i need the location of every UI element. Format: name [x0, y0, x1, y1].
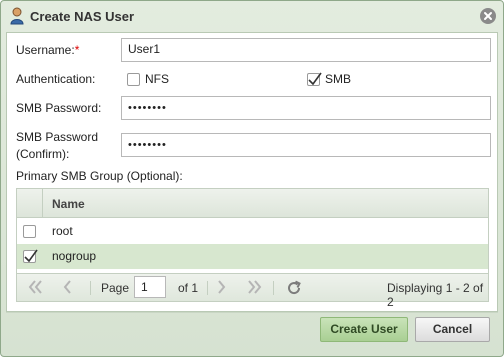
page-count-label: of 1 — [178, 281, 199, 295]
required-mark: * — [74, 43, 80, 57]
smb-password-confirm-field[interactable]: •••••••• — [121, 133, 491, 157]
footer-divider — [6, 312, 498, 313]
table-row[interactable]: nogroup — [17, 244, 488, 269]
refresh-icon[interactable] — [285, 279, 303, 300]
group-grid: Name root nogroup Page 1 of 1 Displaying… — [16, 188, 489, 309]
pager-separator — [207, 281, 208, 295]
pager-separator — [90, 281, 91, 295]
displaying-summary: Displaying 1 - 2 of 2 — [387, 281, 484, 309]
smb-password-label: SMB Password: — [16, 101, 102, 115]
page-label: Page — [101, 281, 130, 295]
smb-password-field[interactable]: •••••••• — [121, 96, 491, 120]
dialog-titlebar[interactable]: Create NAS User — [1, 1, 503, 31]
group-name: nogroup — [52, 249, 97, 263]
checkmark-icon — [308, 72, 322, 86]
cancel-button[interactable]: Cancel — [415, 317, 490, 342]
dialog-title: Create NAS User — [30, 9, 135, 24]
row-checkbox[interactable] — [23, 249, 38, 263]
header-divider — [42, 189, 43, 218]
last-page-icon[interactable] — [245, 279, 263, 298]
next-page-icon[interactable] — [216, 279, 228, 298]
smb-password-confirm-label-line1: SMB Password — [16, 130, 99, 144]
smb-checkbox[interactable] — [307, 72, 322, 86]
username-label: Username:* — [16, 43, 80, 57]
name-column-header[interactable]: Name — [52, 197, 85, 211]
pagination-toolbar: Page 1 of 1 Displaying 1 - 2 of 2 — [17, 273, 488, 309]
prev-page-icon[interactable] — [61, 279, 73, 298]
create-nas-user-dialog: Create NAS User Username:* User1 Authent… — [0, 0, 504, 357]
nfs-label: NFS — [145, 72, 169, 86]
table-row[interactable]: root — [17, 219, 488, 244]
group-name: root — [52, 224, 73, 238]
first-page-icon[interactable] — [27, 279, 45, 298]
grid-header: Name — [17, 189, 488, 218]
create-user-button[interactable]: Create User — [320, 317, 408, 342]
dialog-body: Username:* User1 Authentication: NFS SMB… — [6, 32, 498, 312]
page-number-input[interactable]: 1 — [134, 276, 166, 298]
close-icon[interactable] — [480, 8, 496, 24]
pager-separator — [273, 281, 274, 295]
primary-group-label: Primary SMB Group (Optional): — [16, 169, 183, 183]
username-field[interactable]: User1 — [121, 38, 491, 62]
checkmark-icon — [24, 249, 38, 263]
smb-password-confirm-label-line2: (Confirm): — [16, 147, 70, 161]
row-checkbox[interactable] — [23, 225, 36, 238]
authentication-label: Authentication: — [16, 72, 96, 86]
nfs-checkbox[interactable] — [127, 73, 140, 86]
smb-label: SMB — [325, 72, 352, 86]
user-icon — [10, 7, 24, 25]
